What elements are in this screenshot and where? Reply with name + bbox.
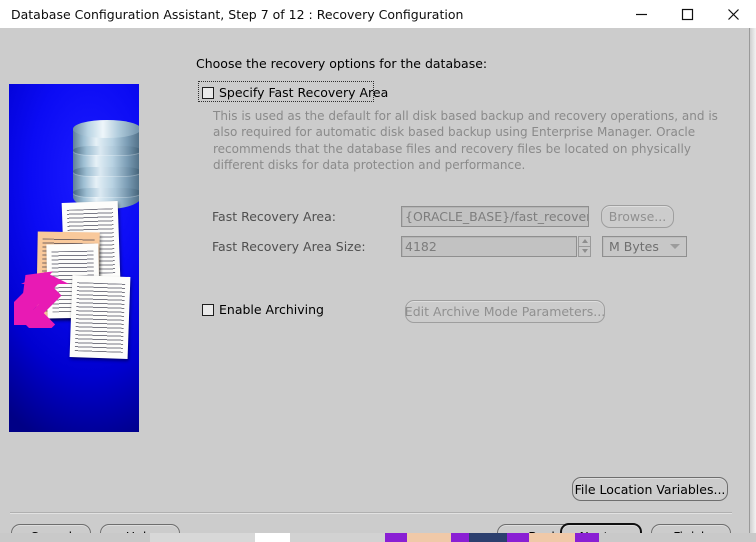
stepper-down-icon[interactable]: [578, 247, 591, 258]
minimize-icon[interactable]: [618, 0, 664, 28]
enable-archiving-checkbox[interactable]: [202, 304, 214, 316]
specify-fra-label: Specify Fast Recovery Area: [219, 85, 388, 100]
close-icon[interactable]: [710, 0, 756, 28]
footer-divider: [10, 512, 732, 514]
dca-window: Database Configuration Assistant, Step 7…: [0, 0, 756, 542]
stepper-up-icon[interactable]: [578, 236, 591, 247]
window-title: Database Configuration Assistant, Step 7…: [11, 7, 463, 22]
chevron-down-icon: [670, 244, 680, 249]
fra-label: Fast Recovery Area:: [212, 209, 336, 224]
maximize-icon[interactable]: [664, 0, 710, 28]
fra-input[interactable]: {ORACLE_BASE}/fast_recovery_area: [401, 206, 589, 227]
main-content: Choose the recovery options for the data…: [0, 28, 756, 542]
browse-button[interactable]: Browse...: [601, 205, 674, 228]
fra-size-label: Fast Recovery Area Size:: [212, 239, 366, 254]
size-units-select[interactable]: M Bytes: [602, 236, 687, 257]
title-bar: Database Configuration Assistant, Step 7…: [0, 0, 756, 28]
dialog-body: Choose the recovery options for the data…: [0, 28, 756, 542]
recovery-description: This is used as the default for all disk…: [213, 108, 741, 174]
page-title: Choose the recovery options for the data…: [196, 56, 487, 71]
fra-size-stepper[interactable]: [578, 236, 591, 257]
edit-archive-mode-parameters-button[interactable]: Edit Archive Mode Parameters...: [405, 300, 605, 323]
size-units-value: M Bytes: [609, 239, 659, 254]
enable-archiving-checkbox-row[interactable]: Enable Archiving: [202, 302, 324, 317]
file-location-variables-button[interactable]: File Location Variables...: [572, 477, 728, 501]
specify-fra-checkbox[interactable]: [202, 87, 214, 99]
background-window-strip: [0, 533, 756, 542]
fra-size-input[interactable]: 4182: [401, 236, 577, 257]
specify-fra-checkbox-row[interactable]: Specify Fast Recovery Area: [202, 85, 388, 100]
enable-archiving-label: Enable Archiving: [219, 302, 324, 317]
